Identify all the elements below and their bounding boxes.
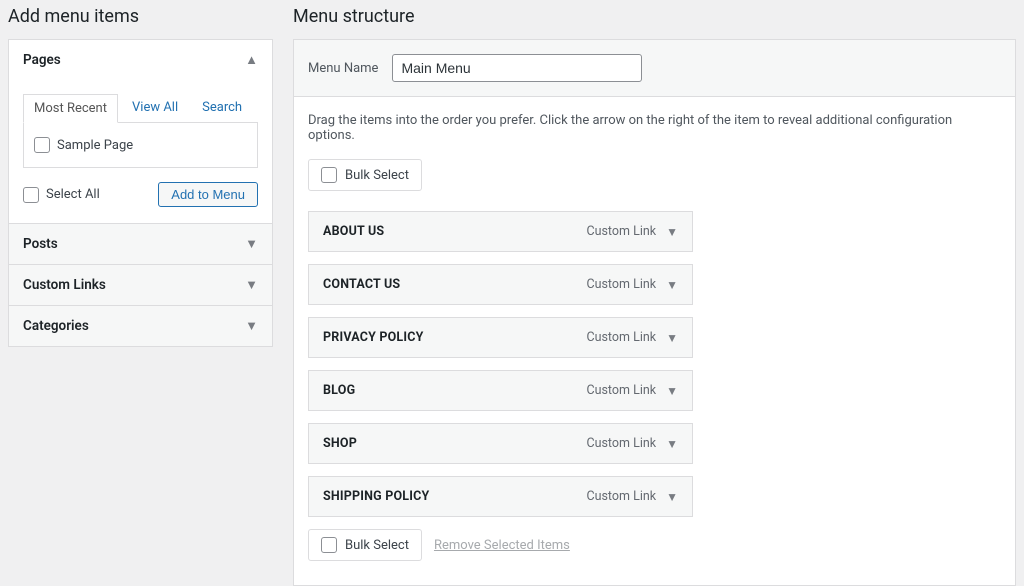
select-all-label: Select All (46, 187, 100, 202)
bulk-select-top-label: Bulk Select (345, 168, 409, 183)
bulk-select-bottom[interactable]: Bulk Select (308, 529, 422, 561)
caret-down-icon[interactable]: ▼ (666, 490, 678, 504)
menu-settings-panel: Menu Name Drag the items into the order … (293, 39, 1016, 586)
pages-list: Sample Page (23, 122, 258, 168)
panel-pages-header[interactable]: Pages ▲ (9, 40, 272, 80)
panel-pages-label: Pages (23, 52, 61, 68)
checkbox-select-all[interactable] (23, 187, 39, 203)
panel-pages-body: Most Recent View All Search Sample Page … (9, 80, 272, 223)
caret-down-icon[interactable]: ▼ (666, 331, 678, 345)
menu-item-type: Custom Link (586, 436, 656, 451)
menu-item-type: Custom Link (586, 330, 656, 345)
menu-item-title: SHOP (323, 436, 357, 451)
accordion: Pages ▲ Most Recent View All Search Samp… (8, 39, 273, 347)
page-sample-row[interactable]: Sample Page (34, 133, 247, 157)
menu-name-label: Menu Name (308, 61, 378, 76)
menu-item-shipping-policy[interactable]: SHIPPING POLICY Custom Link ▼ (308, 476, 693, 517)
select-all-row[interactable]: Select All (23, 183, 100, 207)
menu-item-type: Custom Link (586, 277, 656, 292)
menu-item-type: Custom Link (586, 224, 656, 239)
menu-item-title: PRIVACY POLICY (323, 330, 424, 345)
menu-name-input[interactable] (392, 54, 642, 82)
pages-tabs: Most Recent View All Search (23, 94, 258, 122)
menu-items-list: ABOUT US Custom Link ▼ CONTACT US Custom… (308, 211, 693, 517)
caret-down-icon: ▼ (245, 277, 258, 293)
tab-search[interactable]: Search (202, 94, 252, 122)
panel-posts-header[interactable]: Posts ▼ (9, 223, 272, 264)
checkbox-sample-page[interactable] (34, 137, 50, 153)
panel-categories-label: Categories (23, 318, 89, 334)
checkbox-bulk-bottom[interactable] (321, 537, 337, 553)
caret-down-icon[interactable]: ▼ (666, 437, 678, 451)
drag-hint: Drag the items into the order you prefer… (308, 113, 1001, 143)
menu-item-type: Custom Link (586, 383, 656, 398)
menu-item-blog[interactable]: BLOG Custom Link ▼ (308, 370, 693, 411)
add-menu-items-heading: Add menu items (8, 6, 273, 27)
caret-up-icon: ▲ (245, 52, 258, 68)
menu-item-title: SHIPPING POLICY (323, 489, 429, 504)
panel-custom-links-label: Custom Links (23, 277, 106, 293)
menu-item-title: BLOG (323, 383, 355, 398)
page-sample-label: Sample Page (57, 138, 133, 153)
tab-view-all[interactable]: View All (132, 94, 188, 122)
caret-down-icon: ▼ (245, 318, 258, 334)
menu-item-about-us[interactable]: ABOUT US Custom Link ▼ (308, 211, 693, 252)
add-to-menu-button[interactable]: Add to Menu (158, 182, 258, 207)
checkbox-bulk-top[interactable] (321, 167, 337, 183)
tab-most-recent[interactable]: Most Recent (23, 94, 118, 123)
bulk-select-top[interactable]: Bulk Select (308, 159, 422, 191)
menu-item-title: CONTACT US (323, 277, 400, 292)
menu-structure-heading: Menu structure (293, 6, 1016, 27)
panel-custom-links-header[interactable]: Custom Links ▼ (9, 264, 272, 305)
menu-item-shop[interactable]: SHOP Custom Link ▼ (308, 423, 693, 464)
panel-posts-label: Posts (23, 236, 58, 252)
menu-item-contact-us[interactable]: CONTACT US Custom Link ▼ (308, 264, 693, 305)
bulk-select-bottom-label: Bulk Select (345, 538, 409, 553)
menu-header: Menu Name (294, 40, 1015, 97)
caret-down-icon[interactable]: ▼ (666, 384, 678, 398)
caret-down-icon: ▼ (245, 236, 258, 252)
menu-item-privacy-policy[interactable]: PRIVACY POLICY Custom Link ▼ (308, 317, 693, 358)
menu-item-type: Custom Link (586, 489, 656, 504)
menu-item-title: ABOUT US (323, 224, 384, 239)
panel-categories-header[interactable]: Categories ▼ (9, 305, 272, 346)
caret-down-icon[interactable]: ▼ (666, 278, 678, 292)
remove-selected-link[interactable]: Remove Selected Items (434, 538, 570, 553)
caret-down-icon[interactable]: ▼ (666, 225, 678, 239)
